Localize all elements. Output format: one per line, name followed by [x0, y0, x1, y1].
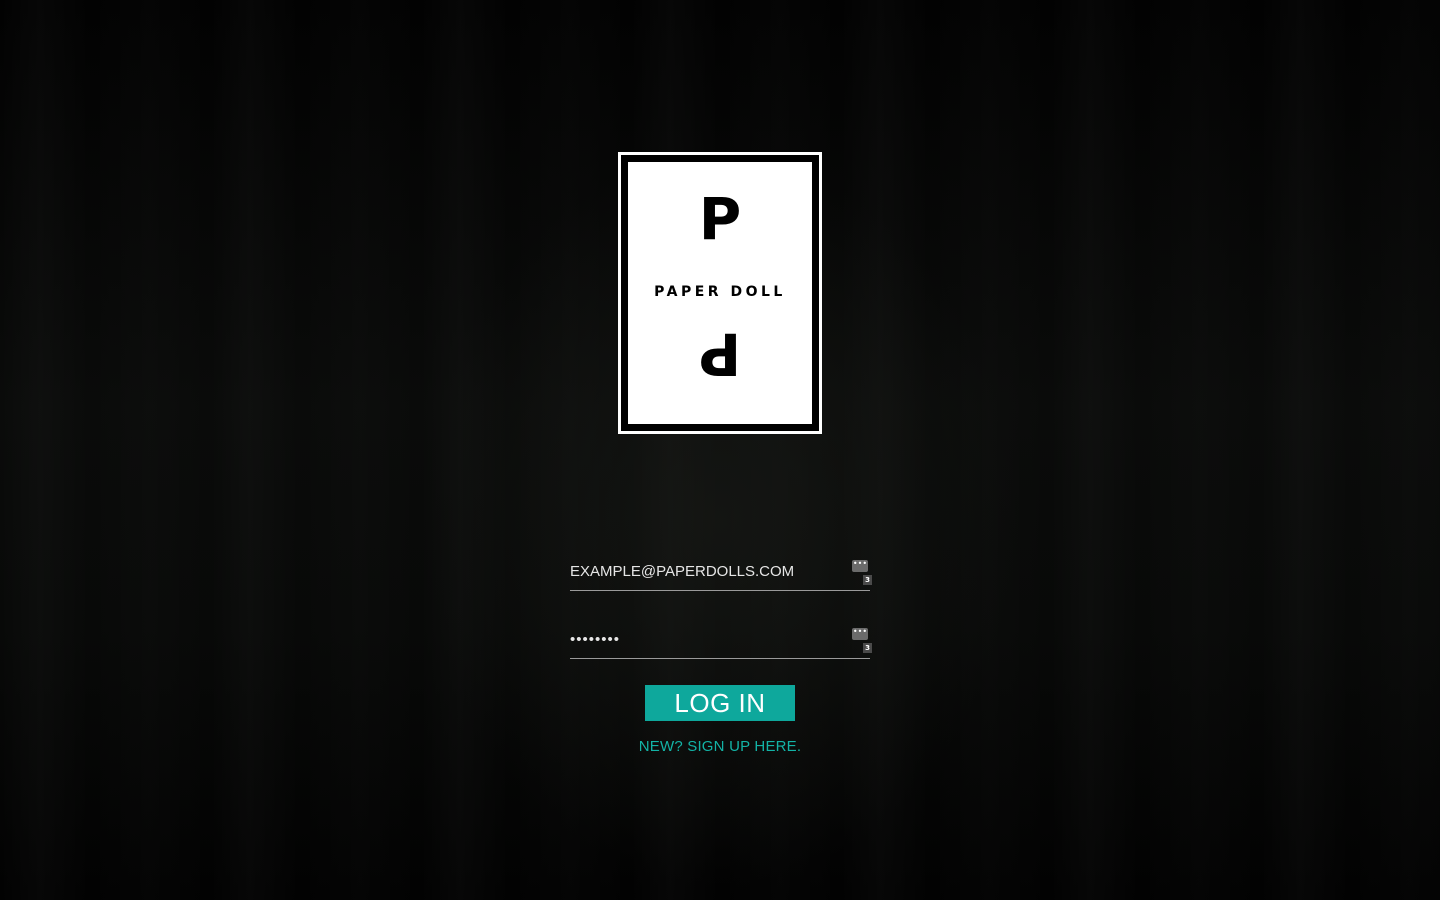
login-button[interactable]: LOG IN [645, 685, 795, 721]
email-field-wrapper: ••• 3 [570, 556, 872, 591]
logo-top-letter: P [698, 185, 742, 253]
password-manager-count: 3 [863, 575, 872, 585]
logo-brand-name: PAPER DOLL [654, 284, 786, 300]
password-manager-count: 3 [863, 643, 872, 653]
password-manager-icon[interactable]: ••• 3 [852, 559, 872, 585]
logo-bottom-letter: P [698, 320, 742, 388]
background [0, 0, 1440, 900]
password-manager-badge-dots: ••• [852, 559, 868, 568]
logo-frame: P PAPER DOLL P [621, 155, 819, 431]
email-field[interactable] [570, 556, 840, 586]
logo-panel: P PAPER DOLL P [628, 162, 812, 424]
password-field[interactable] [570, 624, 840, 654]
paper-doll-logo: P PAPER DOLL P [618, 152, 822, 434]
signup-link[interactable]: NEW? SIGN UP HERE. [570, 738, 870, 755]
password-manager-badge-dots: ••• [852, 627, 868, 636]
password-manager-icon[interactable]: ••• 3 [852, 627, 872, 653]
password-field-wrapper: ••• 3 [570, 624, 872, 659]
